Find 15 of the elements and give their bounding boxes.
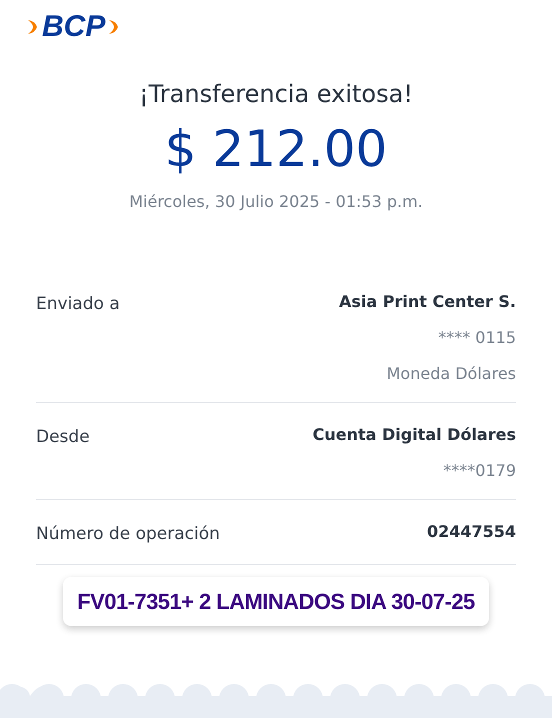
chevron-icon (26, 17, 40, 37)
detail-label: Desde (36, 426, 90, 449)
detail-value: ****0179 (443, 460, 516, 482)
note-label: FV01-7351+ 2 LAMINADOS DIA 30-07-25 (63, 576, 489, 626)
detail-value: 02447554 (426, 521, 516, 543)
detail-value: Asia Print Center S. (338, 291, 516, 313)
detail-value: **** 0115 (438, 327, 516, 349)
success-title: ¡Transferencia exitosa! (138, 79, 414, 110)
logo-text: BCP (42, 12, 106, 42)
date-text: Miércoles, 30 Julio 2025 - 01:53 p.m. (128, 191, 424, 213)
detail-label: Número de operación (36, 523, 220, 546)
detail-value: Moneda Dólares (386, 363, 516, 385)
detail-value: Cuenta Digital Dólares (312, 424, 516, 446)
detail-label: Enviado a (36, 293, 120, 316)
amount-text: $ 212.00 (164, 124, 388, 174)
